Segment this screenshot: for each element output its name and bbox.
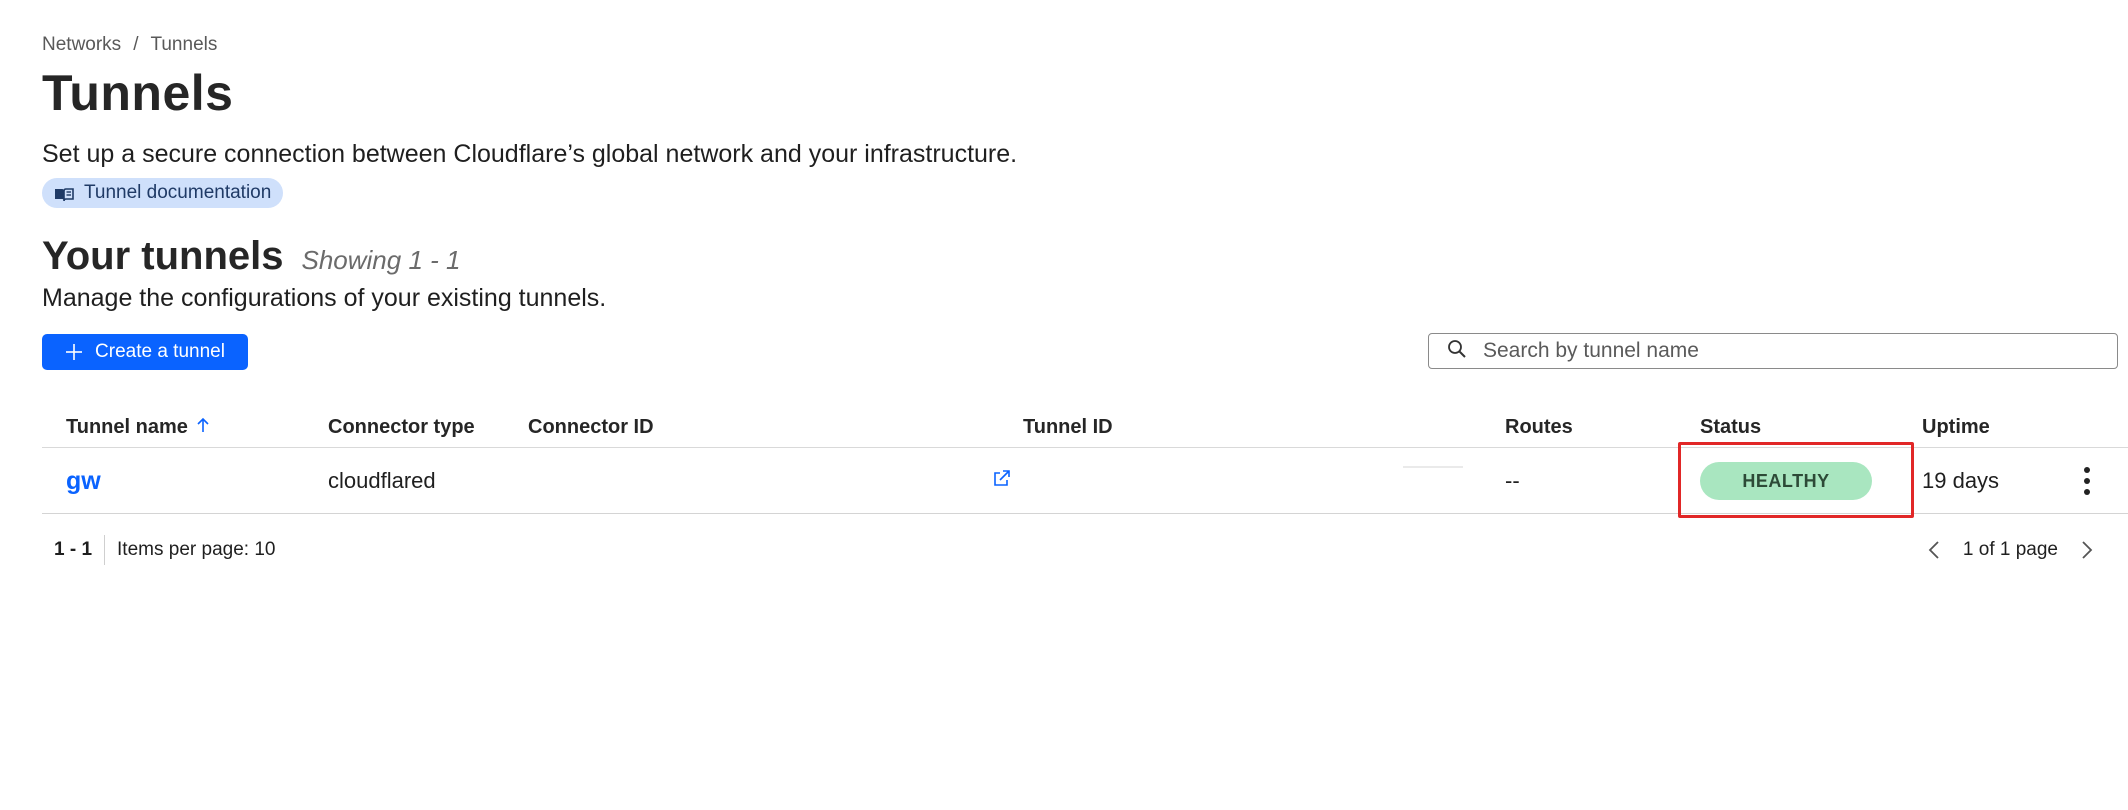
items-per-page[interactable]: Items per page: 10: [105, 539, 275, 561]
showing-count: Showing 1 - 1: [301, 245, 461, 275]
section-description: Manage the configurations of your existi…: [42, 284, 607, 312]
redacted-mark: [1403, 466, 1463, 468]
page-description: Set up a secure connection between Cloud…: [42, 140, 1018, 168]
page-title: Tunnels: [42, 65, 234, 121]
breadcrumb-separator: /: [133, 34, 139, 55]
row-actions-menu-icon[interactable]: [2082, 467, 2092, 495]
header-tunnel-name-label: Tunnel name: [66, 416, 188, 438]
search-icon: [1447, 339, 1467, 364]
page-info: 1 of 1 page: [1962, 539, 2058, 560]
section-title: Your tunnels: [42, 234, 284, 278]
previous-page-icon[interactable]: [1923, 539, 1945, 561]
tunnel-documentation-link[interactable]: Tunnel documentation: [42, 178, 284, 208]
pagination-bar: 1 - 1 Items per page: 10 1 of 1 page: [42, 530, 2128, 570]
header-tunnel-id: Tunnel ID: [1023, 416, 1113, 438]
create-tunnel-button[interactable]: Create a tunnel: [42, 334, 248, 370]
header-tunnel-name[interactable]: Tunnel name: [66, 416, 210, 439]
pagination-range: 1 - 1: [42, 535, 106, 565]
sort-ascending-icon: [196, 417, 210, 438]
connector-type-cell: cloudflared: [328, 468, 436, 493]
external-link-icon[interactable]: [992, 468, 1012, 494]
section-header: Your tunnels Showing 1 - 1: [42, 234, 460, 279]
create-tunnel-label: Create a tunnel: [95, 341, 225, 362]
next-page-icon[interactable]: [2076, 539, 2098, 561]
status-cell: HEALTHY: [1700, 448, 1872, 514]
search-box: [1428, 333, 2118, 369]
connector-id-cell: [528, 448, 1010, 514]
header-connector-id: Connector ID: [528, 416, 654, 438]
doc-link-label: Tunnel documentation: [84, 182, 272, 203]
book-icon: [54, 186, 74, 202]
plus-icon: [65, 339, 83, 365]
pager: 1 of 1 page: [1923, 539, 2098, 561]
status-badge: HEALTHY: [1700, 462, 1872, 500]
header-connector-type: Connector type: [328, 416, 475, 438]
tunnels-table: Tunnel name Connector type Connector ID …: [42, 410, 2128, 518]
breadcrumb-networks[interactable]: Networks: [42, 34, 121, 56]
header-routes: Routes: [1505, 416, 1573, 438]
header-uptime: Uptime: [1922, 416, 1990, 438]
header-status: Status: [1700, 416, 1762, 438]
breadcrumb: Networks / Tunnels: [42, 34, 217, 56]
tunnel-name-link[interactable]: gw: [66, 467, 101, 496]
table-row: gw cloudflared -- HEALTHY 19 days: [42, 442, 2128, 518]
tunnel-id-cell: [1023, 448, 1463, 514]
routes-cell: --: [1505, 468, 1520, 493]
table-header: Tunnel name Connector type Connector ID …: [42, 410, 2128, 448]
search-input[interactable]: [1483, 339, 2083, 363]
breadcrumb-tunnels[interactable]: Tunnels: [150, 34, 217, 56]
uptime-cell: 19 days: [1922, 468, 2000, 493]
